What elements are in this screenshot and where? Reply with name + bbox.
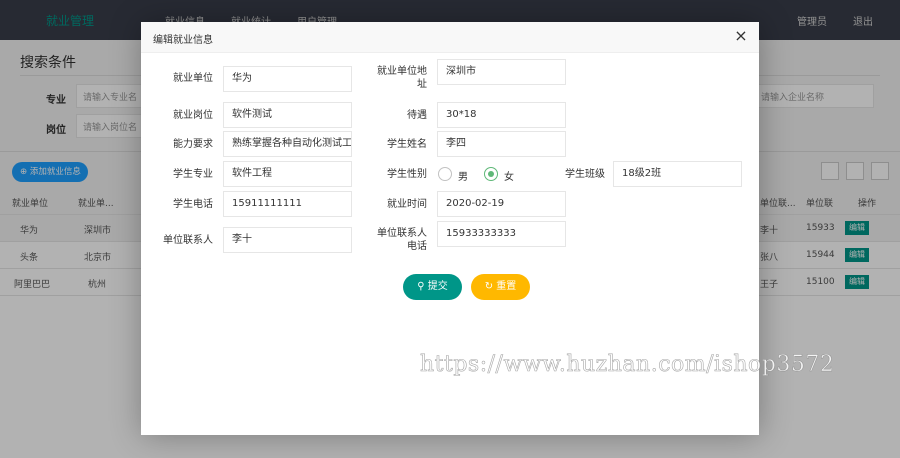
post-label: 就业岗位: [173, 110, 213, 121]
salary-label: 待遇: [407, 110, 427, 121]
contact-input[interactable]: 李十: [223, 227, 352, 253]
contact-label: 单位联系人: [163, 235, 213, 246]
company-address-input[interactable]: 深圳市: [437, 59, 566, 85]
student-phone-input[interactable]: 15911111111: [223, 191, 352, 217]
ability-label: 能力要求: [173, 139, 213, 150]
major-input[interactable]: 软件工程: [223, 161, 352, 187]
ability-input[interactable]: 熟练掌握各种自动化测试工具: [223, 131, 352, 157]
student-phone-label: 学生电话: [173, 199, 213, 210]
submit-label: 提交: [427, 281, 448, 292]
gender-female-radio[interactable]: [484, 167, 498, 181]
company-label: 就业单位: [173, 73, 213, 84]
class-input[interactable]: 18级2班: [613, 161, 742, 187]
watermark-text: https://www.huzhan.com/ishop3572: [420, 352, 835, 378]
dialog-header: 编辑就业信息 ×: [141, 22, 759, 53]
search-icon: ⚲: [417, 281, 428, 292]
reset-button[interactable]: ↻ 重置: [471, 274, 530, 300]
student-name-input[interactable]: 李四: [437, 131, 566, 157]
contact-phone-input[interactable]: 15933333333: [437, 221, 566, 247]
close-icon[interactable]: ×: [733, 28, 749, 44]
major-label: 学生专业: [173, 169, 213, 180]
post-input[interactable]: 软件测试: [223, 102, 352, 128]
gender-male-label: 男: [458, 172, 468, 183]
refresh-icon: ↻: [484, 281, 497, 292]
class-label: 学生班级: [565, 169, 605, 180]
submit-button[interactable]: ⚲ 提交: [403, 274, 462, 300]
contact-phone-label: 单位联系人电话: [377, 228, 427, 252]
gender-female-label: 女: [504, 172, 514, 183]
dialog-title: 编辑就业信息: [153, 35, 213, 46]
student-name-label: 学生姓名: [387, 139, 427, 150]
company-address-label: 就业单位地址: [377, 66, 427, 90]
salary-input[interactable]: 30*18: [437, 102, 566, 128]
company-input[interactable]: 华为: [223, 66, 352, 92]
gender-male-radio[interactable]: [438, 167, 452, 181]
reset-label: 重置: [496, 281, 517, 292]
employment-date-input[interactable]: 2020-02-19: [437, 191, 566, 217]
gender-label: 学生性别: [387, 169, 427, 180]
employment-date-label: 就业时间: [387, 199, 427, 210]
